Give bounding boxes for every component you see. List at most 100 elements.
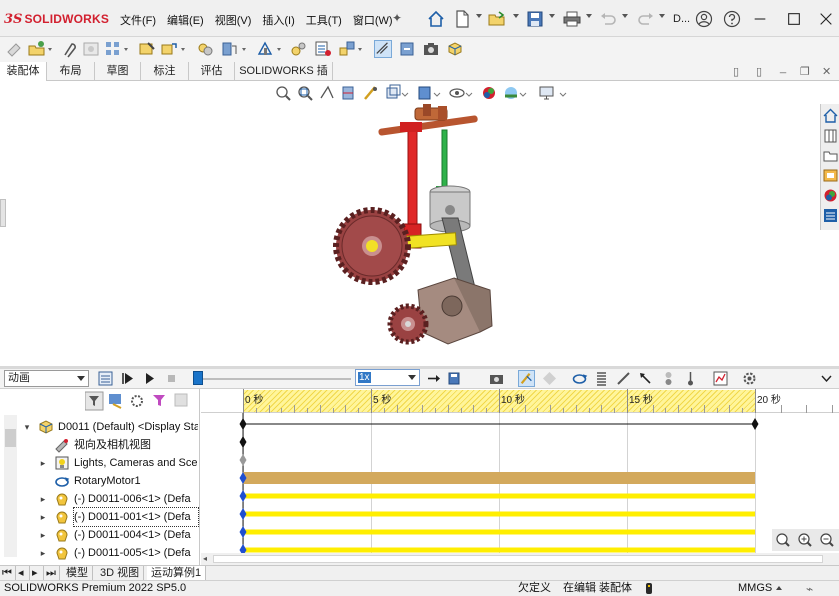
restore-pane-icon[interactable]: ▯ [733, 65, 739, 78]
tree-item[interactable]: ▾ D0011 (Default) <Display Sta [20, 418, 198, 436]
bill-of-materials-icon[interactable] [314, 40, 332, 58]
tile-pane-icon[interactable]: ▯ [756, 65, 762, 78]
playback-speed-select[interactable]: 1x [355, 369, 420, 386]
timeline-ruler[interactable]: 0 秒 5 秒 10 秒 15 秒 20 秒 [201, 389, 839, 413]
tab-scroll-next-icon[interactable]: ▸ [30, 566, 44, 581]
undo-icon[interactable] [598, 9, 618, 29]
tree-expander-icon[interactable] [38, 472, 48, 490]
contact-icon[interactable] [660, 370, 677, 387]
menu-edit[interactable]: 编辑(E) [167, 12, 204, 28]
motor-icon[interactable] [571, 370, 588, 387]
component-change-bar[interactable] [243, 547, 755, 553]
home-icon[interactable] [426, 9, 446, 29]
motor-duration-bar[interactable] [243, 472, 755, 484]
move-component-icon[interactable] [160, 40, 178, 58]
timeline-scroll-thumb[interactable] [213, 555, 823, 563]
motion-timeline[interactable]: 0 秒 5 秒 10 秒 15 秒 20 秒 ◂ [201, 389, 839, 565]
tab-scroll-prev-icon[interactable]: ◂ [16, 566, 30, 581]
timeline-horizontal-scrollbar[interactable]: ◂ [201, 553, 839, 565]
move-dropdown-caret[interactable] [181, 48, 185, 51]
insert-components-icon[interactable] [28, 40, 46, 58]
keyframe-component[interactable] [239, 490, 247, 502]
playback-mode-icon[interactable] [426, 370, 443, 387]
maximize-icon[interactable] [784, 9, 804, 29]
minimize-doc-icon[interactable]: _ [780, 62, 786, 74]
component-preview-icon[interactable] [82, 40, 100, 58]
smart-fasteners-icon[interactable] [138, 40, 156, 58]
keyframe-view[interactable] [239, 436, 247, 448]
user-account-icon[interactable] [694, 9, 714, 29]
results-and-plots-icon[interactable] [712, 370, 729, 387]
component-change-bar[interactable] [243, 511, 755, 517]
playback-slider-track[interactable] [193, 378, 351, 380]
tree-item[interactable]: 视向及相机视图 [20, 436, 198, 454]
mate-icon[interactable] [60, 40, 78, 58]
instant3d-icon[interactable] [374, 40, 392, 58]
close-icon[interactable] [816, 9, 836, 29]
tab-markup[interactable]: 标注 [141, 62, 189, 81]
menu-file[interactable]: 文件(F) [120, 12, 156, 28]
tab-layout[interactable]: 布局 [47, 62, 95, 81]
redo-icon[interactable] [636, 9, 656, 29]
open-dropdown-caret[interactable] [513, 14, 519, 18]
unit-system[interactable]: MMGS [738, 581, 772, 596]
tree-expander-icon[interactable]: ▸ [38, 508, 48, 526]
playback-slider-thumb[interactable] [193, 371, 203, 385]
new-dropdown-caret[interactable] [476, 14, 482, 18]
scroll-left-icon[interactable]: ◂ [203, 554, 207, 563]
large-assembly-settings-icon[interactable] [446, 40, 464, 58]
keyframe-component[interactable] [239, 544, 247, 553]
study-type-select[interactable]: 动画 [4, 370, 89, 387]
tab-evaluate[interactable]: 评估 [189, 62, 235, 81]
file-explorer-icon[interactable] [823, 148, 838, 163]
tree-expander-icon[interactable]: ▸ [38, 544, 48, 562]
component-change-bar[interactable] [243, 529, 755, 535]
print-icon[interactable] [562, 9, 582, 29]
keyframe-end[interactable] [751, 418, 759, 430]
restore-doc-icon[interactable]: ❐ [800, 65, 810, 78]
tab-scroll-first-icon[interactable]: ⏮ [0, 566, 16, 581]
keyframe-component[interactable] [239, 508, 247, 520]
menu-insert[interactable]: 插入(I) [262, 12, 294, 28]
tree-scroll-thumb[interactable] [5, 429, 16, 447]
force-icon[interactable] [637, 370, 654, 387]
tab-assembly[interactable]: 装配体 [0, 62, 47, 81]
tree-expander-icon[interactable]: ▸ [38, 454, 48, 472]
tree-expander-icon[interactable]: ▾ [22, 418, 32, 436]
minimize-icon[interactable] [750, 9, 770, 29]
calculate-icon[interactable] [97, 370, 114, 387]
spring-icon[interactable] [593, 370, 610, 387]
undo-dropdown-caret[interactable] [622, 14, 628, 18]
open-document-icon[interactable] [487, 9, 507, 29]
add-update-key-icon[interactable] [541, 370, 558, 387]
keyframe-lights[interactable] [239, 454, 247, 466]
solidworks-resources-icon[interactable] [823, 108, 838, 123]
custom-properties-icon[interactable] [823, 208, 838, 223]
new-motion-study-icon[interactable] [290, 40, 308, 58]
help-icon[interactable] [722, 9, 742, 29]
take-snapshot-icon[interactable] [422, 40, 440, 58]
play-from-start-icon[interactable] [119, 370, 136, 387]
edit-component-icon[interactable] [6, 40, 24, 58]
save-animation-icon[interactable] [447, 370, 464, 387]
motion-study-properties-icon[interactable] [741, 370, 758, 387]
close-doc-icon[interactable]: ✕ [822, 65, 831, 78]
save-icon[interactable] [525, 9, 545, 29]
animation-wizard-icon[interactable] [488, 370, 505, 387]
show-hidden-components-icon[interactable] [196, 40, 214, 58]
tree-expander-icon[interactable]: ▸ [38, 526, 48, 544]
play-icon[interactable] [141, 370, 158, 387]
pin-menu-icon[interactable]: ✦ [392, 11, 402, 25]
pattern-dropdown-caret[interactable] [124, 48, 128, 51]
print-dropdown-caret[interactable] [586, 14, 592, 18]
tree-item[interactable]: ▸ (-) D0011-006<1> (Defa [20, 490, 198, 508]
tree-item[interactable]: ▸ (-) D0011-001<1> (Defa [20, 507, 199, 527]
tab-model[interactable]: 模型 [62, 566, 93, 581]
assembly-features-icon[interactable] [220, 40, 238, 58]
tree-item[interactable]: RotaryMotor1 [20, 472, 198, 490]
linear-pattern-icon[interactable] [104, 40, 122, 58]
tree-item[interactable]: ▸ (-) D0011-005<1> (Defa [20, 544, 198, 562]
reference-geometry-icon[interactable] [256, 40, 274, 58]
insert-dropdown-caret[interactable] [48, 48, 52, 51]
graphics-area[interactable] [0, 82, 839, 366]
